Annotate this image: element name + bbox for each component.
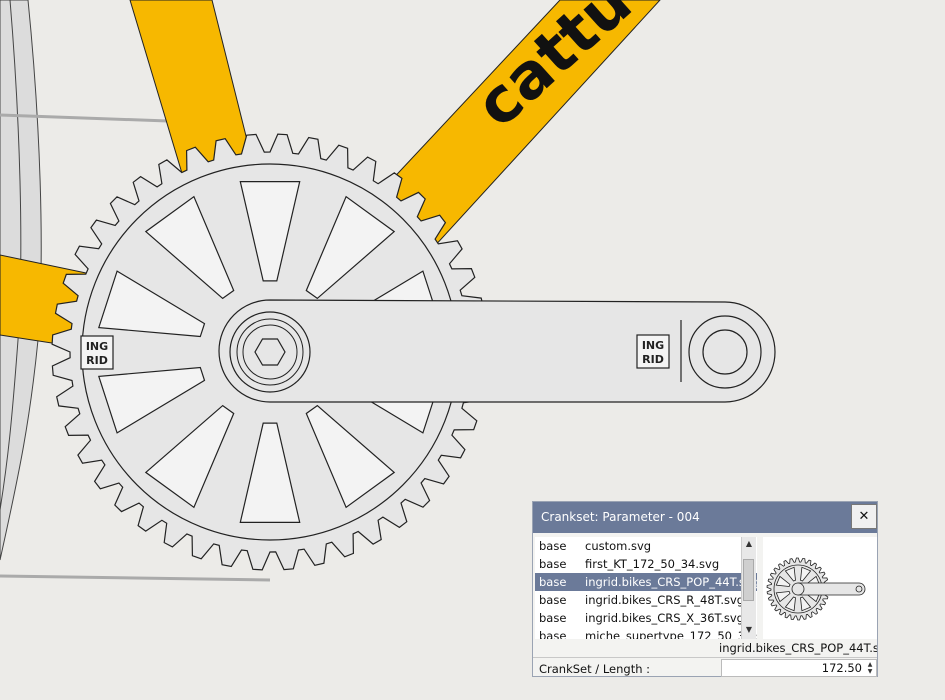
file-list[interactable]: base custom.svg base first_KT_172_50_34.… xyxy=(535,537,757,639)
crankset-preview xyxy=(763,537,877,639)
list-item[interactable]: base ingrid.bikes_CRS_R_48T.svg xyxy=(535,591,757,609)
scroll-down-icon[interactable]: ▼ xyxy=(742,623,756,637)
dialog-titlebar[interactable]: Crankset: Parameter - 004 ✕ xyxy=(533,502,877,533)
list-item-file: miche_supertype_172_50_34.svg xyxy=(585,629,757,639)
list-item-file: ingrid.bikes_CRS_X_36T.svg xyxy=(585,611,744,625)
svg-text:ING: ING xyxy=(86,340,108,353)
list-item[interactable]: base first_KT_172_50_34.svg xyxy=(535,555,757,573)
list-item[interactable]: base custom.svg xyxy=(535,537,757,555)
close-button[interactable]: ✕ xyxy=(851,504,877,529)
list-scrollbar[interactable]: ▲ ▼ xyxy=(741,537,756,639)
spin-buttons-icon[interactable]: ▲ ▼ xyxy=(865,661,875,675)
svg-text:ING: ING xyxy=(642,339,664,352)
crankset-preview-image xyxy=(766,557,866,621)
list-item-file: ingrid.bikes_CRS_R_48T.svg xyxy=(585,593,745,607)
dialog-title: Crankset: Parameter - 004 xyxy=(541,510,700,524)
list-item-source: base xyxy=(539,593,567,607)
crankset-length-input[interactable]: 172.50 ▲ ▼ xyxy=(721,659,877,677)
crankset-parameter-dialog: Crankset: Parameter - 004 ✕ base custom.… xyxy=(532,501,878,677)
list-item[interactable]: base miche_supertype_172_50_34.svg xyxy=(535,627,757,639)
selected-file-name: ingrid.bikes_CRS_POP_44T.svg xyxy=(719,641,877,655)
svg-text:RID: RID xyxy=(86,354,108,367)
list-item[interactable]: base ingrid.bikes_CRS_X_36T.svg xyxy=(535,609,757,627)
bottom-bracket-axle xyxy=(229,311,311,393)
spoke-line-lower xyxy=(0,574,271,582)
list-item-source: base xyxy=(539,557,567,571)
list-item-source: base xyxy=(539,629,567,639)
scroll-up-icon[interactable]: ▲ xyxy=(742,537,756,551)
list-item-file: custom.svg xyxy=(585,539,652,553)
brand-badge-right: ING RID xyxy=(636,334,670,369)
divider xyxy=(533,657,877,658)
list-item-file: first_KT_172_50_34.svg xyxy=(585,557,720,571)
svg-text:RID: RID xyxy=(642,353,664,366)
list-item-source: base xyxy=(539,539,567,553)
list-item-file: ingrid.bikes_CRS_POP_44T.svg xyxy=(585,575,757,589)
scroll-thumb[interactable] xyxy=(743,559,754,601)
brand-badge-left: ING RID xyxy=(80,335,114,370)
list-item-source: base xyxy=(539,611,567,625)
list-item-source: base xyxy=(539,575,567,589)
list-item-selected[interactable]: base ingrid.bikes_CRS_POP_44T.svg xyxy=(535,573,757,591)
crankset-length-value: 172.50 xyxy=(821,661,862,675)
crankset-length-label: CrankSet / Length : xyxy=(539,662,651,676)
